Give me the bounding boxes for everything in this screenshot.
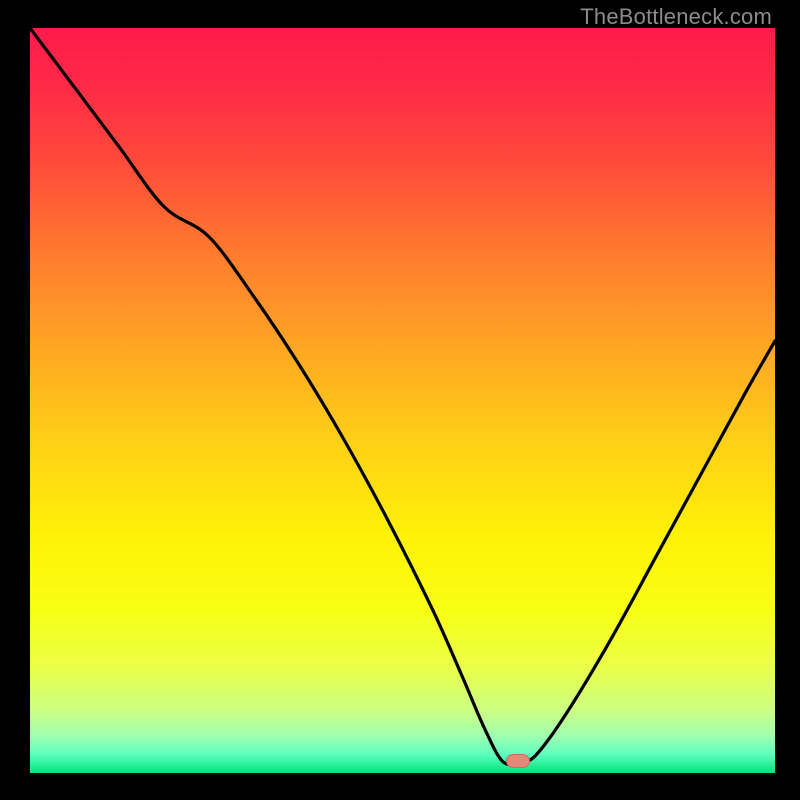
chart-frame: TheBottleneck.com: [0, 0, 800, 800]
plot-area: [30, 28, 775, 773]
optimal-marker: [506, 754, 530, 768]
background-gradient: [30, 28, 775, 773]
watermark-text: TheBottleneck.com: [580, 4, 772, 30]
